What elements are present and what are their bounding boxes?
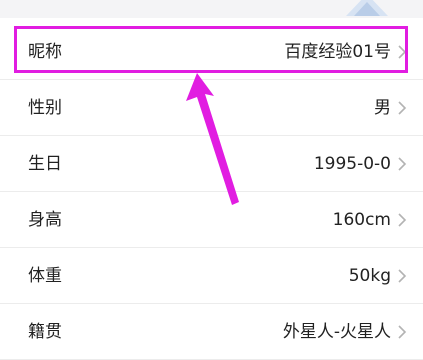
- row-hometown[interactable]: 籍贯 外星人-火星人: [0, 304, 423, 360]
- weight-value: 50kg: [348, 266, 391, 286]
- nickname-label: 昵称: [28, 42, 62, 62]
- weight-label: 体重: [28, 266, 62, 286]
- height-value: 160cm: [332, 210, 391, 230]
- chevron-right-icon: [398, 45, 407, 59]
- birthday-label: 生日: [28, 154, 62, 174]
- profile-list: 昵称 百度经验01号 性别 男 生日 1995-0-0 身高 160cm 体重 …: [0, 24, 423, 360]
- hometown-value: 外星人-火星人: [282, 322, 391, 342]
- avatar[interactable]: [340, 0, 394, 16]
- birthday-value: 1995-0-0: [313, 154, 391, 174]
- chevron-right-icon: [398, 157, 407, 171]
- row-birthday[interactable]: 生日 1995-0-0: [0, 136, 423, 192]
- chevron-right-icon: [398, 213, 407, 227]
- row-weight[interactable]: 体重 50kg: [0, 248, 423, 304]
- gender-label: 性别: [28, 98, 62, 118]
- hometown-label: 籍贯: [28, 322, 62, 342]
- nickname-value: 百度经验01号: [284, 42, 391, 62]
- chevron-right-icon: [398, 101, 407, 115]
- row-nickname[interactable]: 昵称 百度经验01号: [0, 24, 423, 80]
- row-gender[interactable]: 性别 男: [0, 80, 423, 136]
- chevron-right-icon: [398, 325, 407, 339]
- gender-value: 男: [374, 98, 391, 118]
- height-label: 身高: [28, 210, 62, 230]
- chevron-right-icon: [398, 269, 407, 283]
- row-height[interactable]: 身高 160cm: [0, 192, 423, 248]
